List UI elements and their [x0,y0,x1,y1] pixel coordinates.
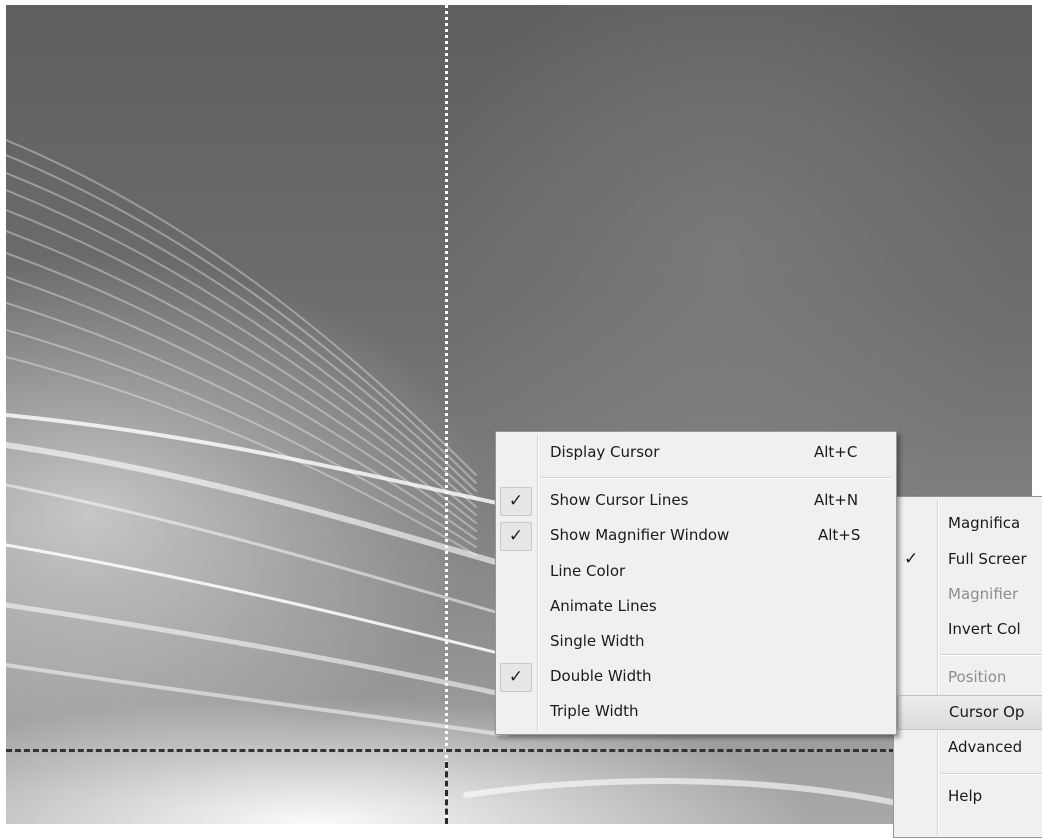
cursor-line-horizontal-right [465,749,895,752]
menu-item-label: Display Cursor [550,443,660,461]
menu-item-label: Double Width [550,667,652,685]
check-icon: ✓ [500,663,532,692]
menu-item-show-cursor-lines[interactable]: ✓ Show Cursor Lines Alt+N [496,483,896,518]
magnifier-context-menu: Magnifica ✓ Full Screer Magnifier Invert… [893,496,1042,838]
menu-item-label: Full Screer [948,550,1027,568]
menu-item-label: Show Cursor Lines [550,491,689,509]
menu-item-single-width[interactable]: Single Width [496,624,896,659]
menu-item-label: Advanced [948,738,1023,756]
check-icon: ✓ [904,549,919,569]
menu-item-label: Triple Width [550,702,639,720]
menu-item-label: Help [948,787,983,805]
menu-item-label: Single Width [550,632,645,650]
menu-item-label: Line Color [550,562,626,580]
check-icon: ✓ [500,487,532,516]
menu-item-label: Invert Col [948,620,1021,638]
menu-item-label: Magnifier [948,585,1019,603]
menu-item-help[interactable]: Help [894,779,1042,814]
menu-item-double-width[interactable]: ✓ Double Width [496,659,896,694]
check-icon: ✓ [500,522,532,551]
menu-item-label: Magnifica [948,514,1021,532]
menu-item-full-screen[interactable]: ✓ Full Screer [894,542,1042,577]
menu-item-shortcut: Alt+S [818,526,861,544]
cursor-line-vertical [445,0,448,824]
menu-separator [940,773,1042,775]
menu-item-shortcut: Alt+C [814,443,858,461]
menu-item-label: Show Magnifier Window [550,526,730,544]
menu-item-display-cursor[interactable]: Display Cursor Alt+C [496,435,896,470]
menu-separator [940,654,1042,656]
menu-item-shortcut: Alt+N [814,491,859,509]
menu-item-line-color[interactable]: Line Color [496,554,896,589]
menu-item-animate-lines[interactable]: Animate Lines [496,589,896,624]
cursor-options-submenu: Display Cursor Alt+C ✓ Show Cursor Lines… [495,431,897,735]
menu-item-triple-width[interactable]: Triple Width [496,694,896,729]
menu-item-position: Position [894,660,1042,695]
menu-item-label: Cursor Op [949,703,1025,721]
cursor-line-vertical-lower [445,762,448,824]
menu-item-magnifier: Magnifier [894,577,1042,612]
cursor-line-horizontal-left [6,749,461,752]
menu-item-advanced[interactable]: Advanced [894,730,1042,765]
menu-item-show-magnifier-window[interactable]: ✓ Show Magnifier Window Alt+S [496,518,896,553]
menu-item-cursor-options[interactable]: Cursor Op [897,695,1042,730]
menu-item-invert-colors[interactable]: Invert Col [894,612,1042,647]
menu-item-label: Position [948,668,1007,686]
menu-item-label: Animate Lines [550,597,657,615]
menu-item-magnification[interactable]: Magnifica [894,506,1042,541]
menu-separator [540,477,892,479]
